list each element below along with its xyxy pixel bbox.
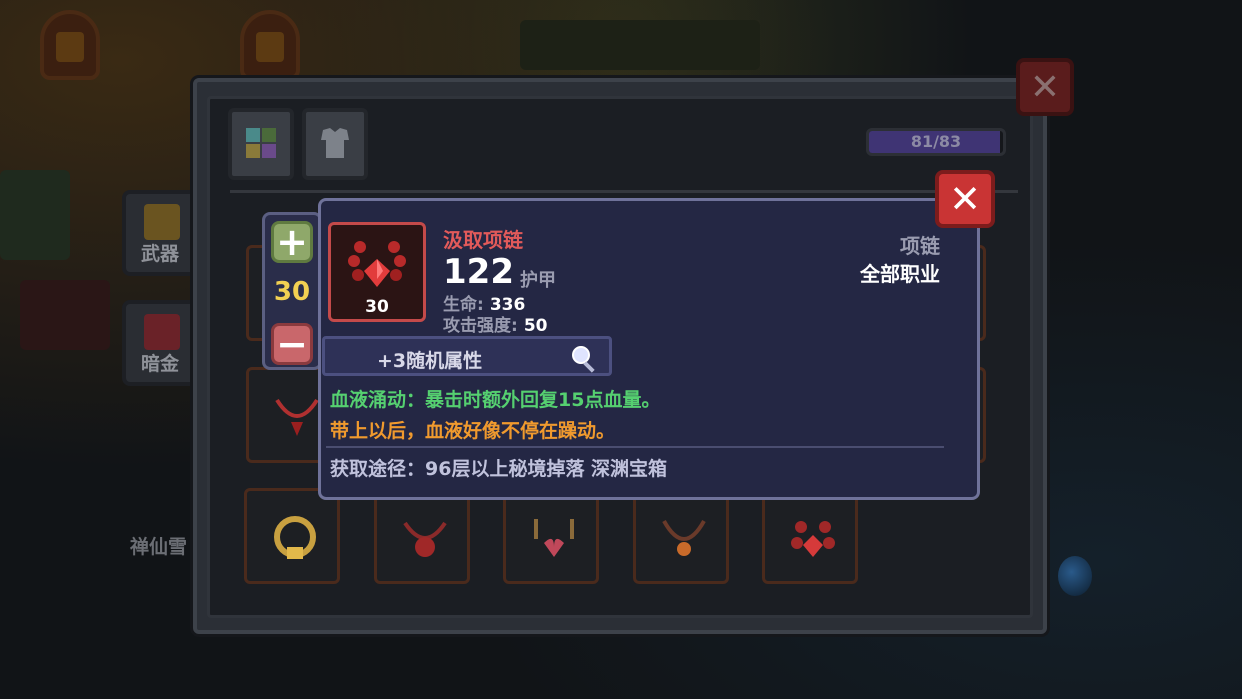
quantity-selector: + 30 − [262, 212, 322, 370]
tooltip-separator [326, 446, 944, 448]
quantity-value: 30 [273, 277, 311, 307]
drain-necklace-icon [791, 521, 835, 557]
darkgold-tab[interactable]: 暗金 [122, 300, 198, 386]
inventory-slot[interactable] [244, 488, 340, 584]
lantern-decoration [240, 10, 300, 80]
inventory-capacity-bar: 81/83 [866, 128, 1006, 156]
scene-block [20, 280, 110, 350]
ruby-necklace-icon [403, 521, 447, 557]
quantity-plus-button[interactable]: + [271, 221, 313, 263]
darkgold-tab-label: 暗金 [140, 353, 179, 375]
inventory-slot[interactable] [762, 488, 858, 584]
quantity-minus-button[interactable]: − [271, 323, 313, 365]
heart-necklace-icon [534, 519, 574, 557]
category-all-button[interactable] [228, 108, 294, 180]
drain-necklace-icon [348, 241, 406, 287]
item-flavor-text: 带上以后，血液好像不停在躁动。 [330, 420, 616, 442]
armor-label: 护甲 [520, 270, 556, 291]
darkgold-icon [144, 314, 180, 350]
item-name: 汲取项链 [443, 228, 523, 252]
item-class: 全部职业 [860, 262, 940, 286]
npc-name: 禅仙雪 [130, 536, 188, 558]
item-icon-box: 30 [328, 222, 426, 322]
armor-icon [321, 128, 349, 158]
weapon-icon [144, 204, 180, 240]
weapon-tab-label: 武器 [140, 243, 179, 265]
portal-orb [1058, 556, 1092, 596]
tooltip-close-button[interactable]: ✕ [935, 170, 995, 228]
lantern-decoration [40, 10, 100, 80]
stat-key: 攻击强度: [443, 316, 518, 336]
item-effect-text: 血液涌动：暴击时额外回复15点血量。 [330, 389, 661, 411]
scene-block [0, 170, 70, 260]
scene-block [520, 20, 760, 70]
panel-divider [230, 190, 1018, 193]
item-type: 项链 [900, 234, 940, 258]
panel-close-button[interactable]: ✕ [1016, 58, 1074, 116]
dark-necklace-icon [662, 520, 706, 556]
grid-icon [246, 128, 276, 158]
armor-value: 122 [443, 252, 514, 292]
category-armor-button[interactable] [302, 108, 368, 180]
item-level: 30 [365, 297, 389, 317]
random-attributes-label: +3随机属性 [377, 350, 483, 372]
inventory-slot[interactable] [633, 488, 729, 584]
stat-value: 50 [523, 316, 548, 336]
capacity-text: 81/83 [910, 132, 962, 151]
item-source-text: 获取途径：96层以上秘境掉落 深渊宝箱 [330, 458, 668, 480]
necklace-icon [275, 398, 319, 436]
close-icon: ✕ [949, 177, 981, 221]
stat-row-attack: 攻击强度: 50 [443, 311, 547, 336]
magnifier-icon [572, 346, 595, 373]
inventory-slot[interactable] [503, 488, 599, 584]
close-icon: ✕ [1029, 66, 1061, 108]
inventory-slot[interactable] [374, 488, 470, 584]
random-attributes-button[interactable]: +3随机属性 [322, 336, 612, 376]
weapon-tab[interactable]: 武器 [122, 190, 198, 276]
gold-necklace-icon [274, 516, 316, 559]
